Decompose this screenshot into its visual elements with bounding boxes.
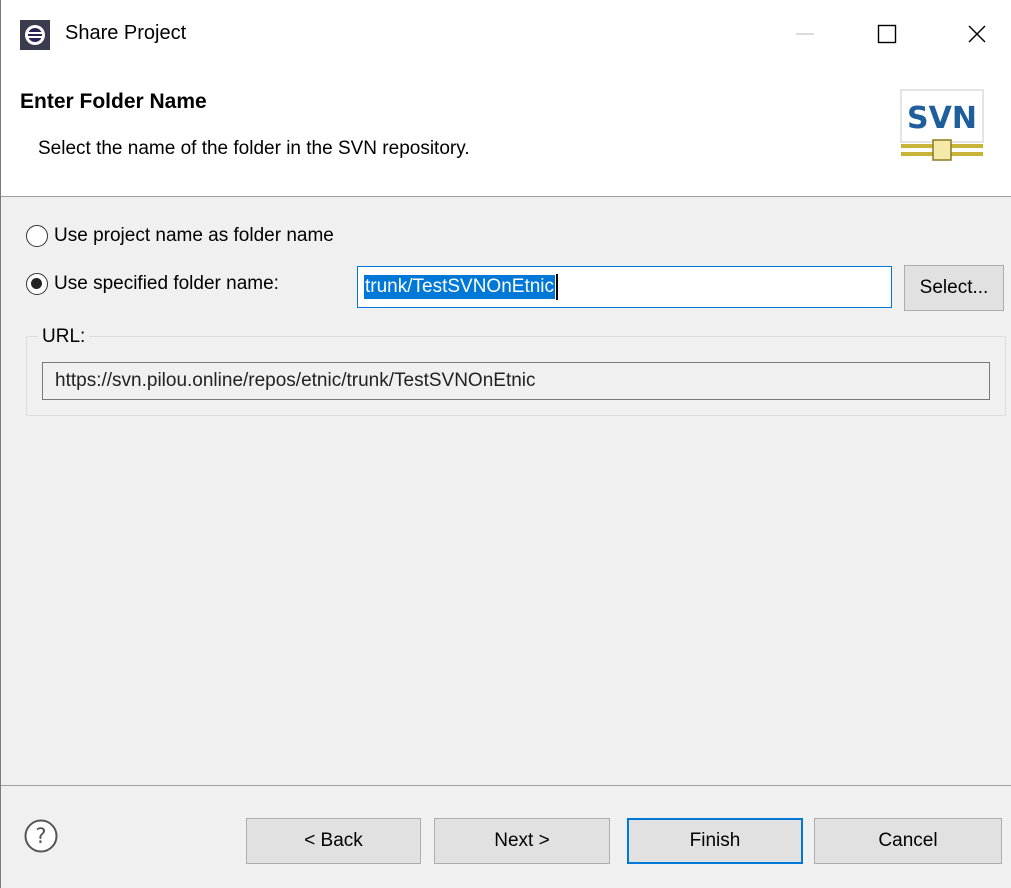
project-name-radio[interactable] bbox=[26, 225, 48, 247]
minimize-button[interactable] bbox=[771, 0, 839, 68]
eclipse-icon bbox=[20, 20, 50, 50]
specified-name-radio[interactable] bbox=[26, 273, 48, 295]
text-caret bbox=[556, 274, 559, 300]
cancel-button[interactable]: Cancel bbox=[814, 818, 1002, 864]
project-name-option[interactable]: Use project name as folder name bbox=[26, 225, 334, 247]
wizard-banner: Enter Folder Name Select the name of the… bbox=[1, 68, 1011, 197]
page-title: Enter Folder Name bbox=[20, 90, 207, 113]
svn-logo-icon: SVN bbox=[900, 89, 984, 161]
specified-name-option[interactable]: Use specified folder name: bbox=[26, 273, 279, 295]
minimize-icon bbox=[796, 33, 814, 35]
specified-name-label: Use specified folder name: bbox=[54, 273, 279, 294]
svn-logo-text: SVN bbox=[907, 101, 977, 136]
back-button[interactable]: < Back bbox=[246, 818, 421, 864]
svg-text:?: ? bbox=[35, 824, 46, 848]
close-icon bbox=[968, 25, 986, 43]
finish-button[interactable]: Finish bbox=[627, 818, 803, 864]
help-icon[interactable]: ? bbox=[23, 818, 59, 854]
maximize-icon bbox=[877, 24, 897, 44]
folder-name-value: trunk/TestSVNOnEtnic bbox=[364, 275, 556, 299]
share-project-dialog: Share Project Enter Folder Name Select t… bbox=[0, 0, 1011, 888]
url-value: https://svn.pilou.online/repos/etnic/tru… bbox=[55, 370, 536, 391]
project-name-label: Use project name as folder name bbox=[54, 225, 334, 246]
select-folder-button[interactable]: Select... bbox=[904, 265, 1004, 311]
url-legend: URL: bbox=[38, 326, 90, 348]
page-description: Select the name of the folder in the SVN… bbox=[38, 138, 470, 159]
title-bar[interactable]: Share Project bbox=[1, 0, 1011, 68]
window-title: Share Project bbox=[65, 22, 187, 44]
folder-name-input[interactable]: trunk/TestSVNOnEtnic bbox=[357, 266, 892, 308]
next-button[interactable]: Next > bbox=[434, 818, 610, 864]
url-field[interactable]: https://svn.pilou.online/repos/etnic/tru… bbox=[42, 362, 990, 400]
maximize-button[interactable] bbox=[853, 0, 921, 68]
close-button[interactable] bbox=[943, 0, 1011, 68]
